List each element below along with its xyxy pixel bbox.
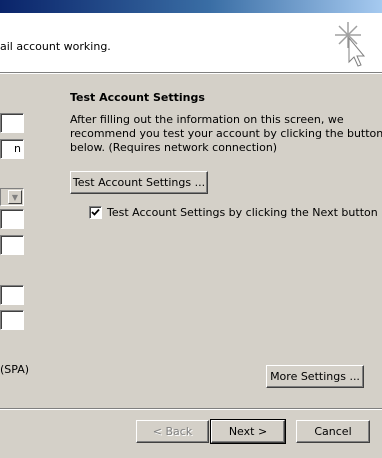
test-account-settings-button[interactable]: Test Account Settings ... — [70, 171, 208, 194]
description-line: below. (Requires network connection) — [70, 141, 278, 154]
test-on-next-checkbox[interactable] — [89, 206, 102, 219]
header-description: ail account working. — [0, 40, 111, 53]
footer-separator — [0, 408, 382, 410]
test-on-next-label: Test Account Settings by clicking the Ne… — [107, 206, 378, 219]
account-text-field-1[interactable] — [0, 113, 24, 133]
test-settings-description: After filling out the information on thi… — [70, 113, 382, 155]
account-text-field-2[interactable]: n — [0, 139, 24, 159]
window-titlebar[interactable] — [0, 0, 382, 13]
more-settings-button[interactable]: More Settings ... — [266, 365, 364, 388]
account-type-dropdown[interactable]: ▼ — [0, 188, 24, 206]
password-field[interactable] — [0, 310, 24, 330]
back-button[interactable]: < Back — [136, 420, 209, 443]
chevron-down-icon[interactable]: ▼ — [8, 190, 22, 204]
test-on-next-checkbox-row[interactable]: Test Account Settings by clicking the Ne… — [89, 206, 378, 219]
test-settings-title: Test Account Settings — [70, 91, 205, 104]
account-text-field-5[interactable] — [0, 235, 24, 255]
next-button[interactable]: Next > — [210, 419, 286, 444]
wizard-cursor-sparkle-icon — [335, 22, 366, 67]
account-text-field-4[interactable] — [0, 209, 24, 229]
wizard-header: ail account working. — [0, 13, 382, 73]
spa-checkbox-label: (SPA) — [0, 363, 30, 376]
description-line: After filling out the information on thi… — [70, 113, 344, 126]
user-name-field[interactable] — [0, 285, 24, 305]
cancel-button[interactable]: Cancel — [296, 420, 370, 443]
checkmark-icon — [91, 208, 100, 216]
description-line: recommend you test your account by click… — [70, 127, 382, 140]
